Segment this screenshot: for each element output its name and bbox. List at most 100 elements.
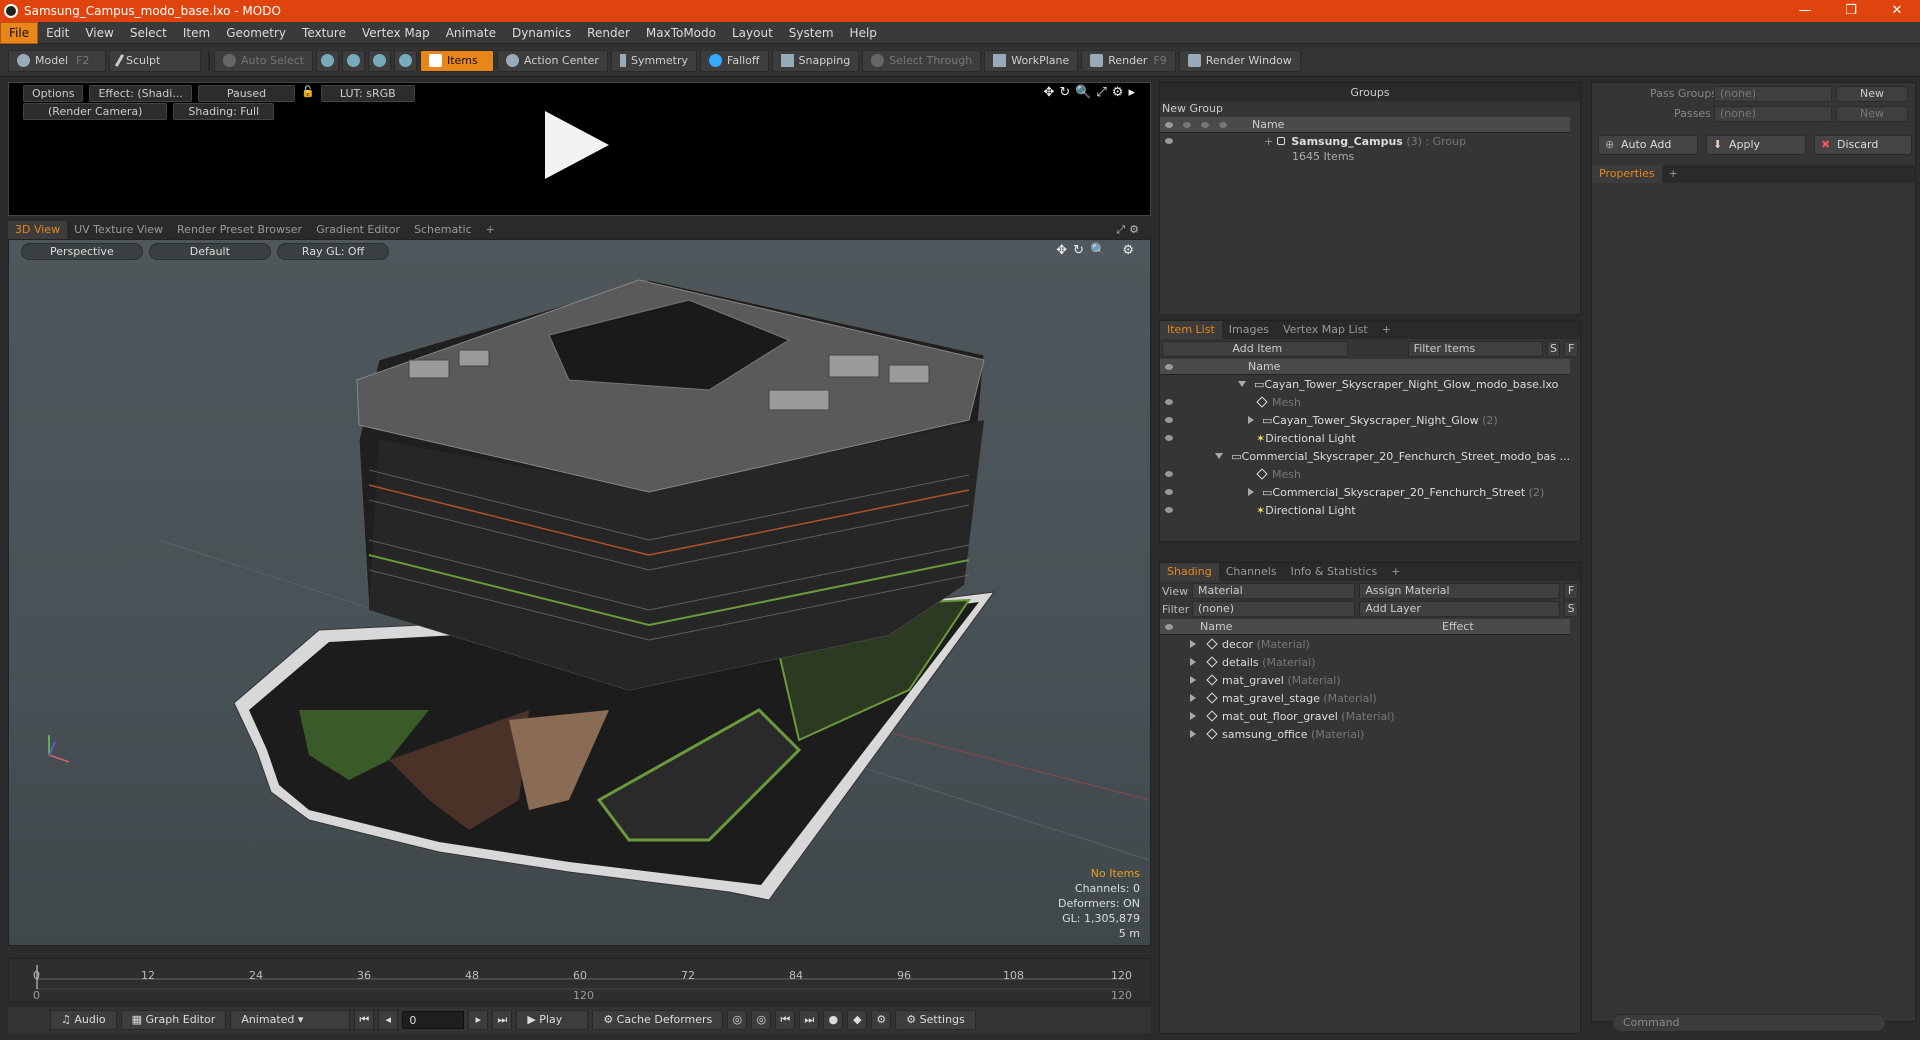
snapping-button[interactable]: Snapping xyxy=(771,49,860,72)
tab-render-preset-browser[interactable]: Render Preset Browser xyxy=(170,221,309,239)
menu-edit[interactable]: Edit xyxy=(38,23,77,43)
settings-button[interactable]: ⚙ Settings xyxy=(895,1010,976,1030)
apply-button[interactable]: ⬇ Apply xyxy=(1706,135,1806,155)
list-item[interactable]: Mesh xyxy=(1160,465,1570,483)
visibility-icon[interactable] xyxy=(1165,399,1173,405)
menu-system[interactable]: System xyxy=(781,23,842,43)
visibility-icon[interactable] xyxy=(1165,489,1173,495)
cache-deformers-button[interactable]: ⚙ Cache Deformers xyxy=(592,1010,724,1030)
select-through-button[interactable]: Select Through xyxy=(862,49,982,72)
tab-3d-view[interactable]: 3D View xyxy=(8,221,68,239)
next-key-icon[interactable]: ⏭ xyxy=(799,1010,820,1030)
key-tool-icon[interactable]: ◎ xyxy=(727,1010,748,1030)
view-dropdown[interactable]: Material xyxy=(1192,583,1356,599)
menu-help[interactable]: Help xyxy=(842,23,885,43)
graph-editor-button[interactable]: ▦ Graph Editor xyxy=(120,1010,227,1030)
material-row[interactable]: mat_out_floor_gravel (Material) xyxy=(1160,707,1570,725)
list-item[interactable]: ▭ Cayan_Tower_Skyscraper_Night_Glow (2) xyxy=(1160,411,1570,429)
tab-gradient-editor[interactable]: Gradient Editor xyxy=(309,221,407,239)
materials-mode-button[interactable] xyxy=(393,49,417,72)
list-item[interactable]: ▭ Commercial_Skyscraper_20_Fenchurch_Str… xyxy=(1160,447,1570,465)
render-preview[interactable]: Options Effect: (Shadi... Paused 🔓 LUT: … xyxy=(8,82,1151,216)
record-icon[interactable]: ● xyxy=(823,1010,844,1030)
workplane-button[interactable]: WorkPlane xyxy=(984,49,1079,72)
go-to-end-icon[interactable]: ⏭ xyxy=(492,1010,513,1030)
visibility-icon[interactable] xyxy=(1165,507,1173,513)
list-item[interactable]: ✶ Directional Light xyxy=(1160,429,1570,447)
key-icon[interactable]: ◆ xyxy=(847,1010,868,1030)
3d-viewport[interactable]: Perspective Default Ray GL: Off ✥↻🔍 ⚙ No… xyxy=(8,239,1151,946)
visibility-icon[interactable] xyxy=(1165,417,1173,423)
menu-texture[interactable]: Texture xyxy=(294,23,354,43)
step-forward-icon[interactable]: ▸ xyxy=(468,1010,489,1030)
menu-maxtomodo[interactable]: MaxToModo xyxy=(638,23,724,43)
add-tab-button[interactable]: + xyxy=(1662,165,1685,183)
list-item[interactable]: ▭ Cayan_Tower_Skyscraper_Night_Glow_modo… xyxy=(1160,375,1570,393)
visibility-icon[interactable] xyxy=(1165,471,1173,477)
tab-uv-texture-view[interactable]: UV Texture View xyxy=(67,221,170,239)
animated-dropdown[interactable]: Animated ▾ xyxy=(230,1010,351,1030)
material-row[interactable]: mat_gravel_stage (Material) xyxy=(1160,689,1570,707)
sculpt-button[interactable]: Sculpt xyxy=(109,49,201,72)
preview-paused-button[interactable]: Paused xyxy=(197,85,296,102)
preview-view-tools[interactable]: ✥↻🔍⤢⚙▸ xyxy=(1043,85,1140,100)
add-tab-button[interactable]: + xyxy=(1384,563,1407,581)
preview-effect-dropdown[interactable]: Effect: (Shadi... xyxy=(89,85,192,102)
items-mode-button[interactable]: Items xyxy=(419,49,494,72)
audio-button[interactable]: ♫ Audio xyxy=(50,1010,117,1030)
model-button[interactable]: Model F2 xyxy=(8,49,106,72)
tab-item-list[interactable]: Item List xyxy=(1160,321,1222,339)
material-row[interactable]: decor (Material) xyxy=(1160,635,1570,653)
preview-camera-dropdown[interactable]: (Render Camera) xyxy=(23,103,168,120)
menu-layout[interactable]: Layout xyxy=(724,23,781,43)
assign-material-field[interactable]: Assign Material xyxy=(1359,583,1561,599)
menu-render[interactable]: Render xyxy=(579,23,638,43)
s-button[interactable]: S xyxy=(1564,601,1578,617)
menu-select[interactable]: Select xyxy=(122,23,175,43)
add-item-dropdown[interactable]: Add Item xyxy=(1162,341,1348,357)
material-row[interactable]: mat_gravel (Material) xyxy=(1160,671,1570,689)
menu-geometry[interactable]: Geometry xyxy=(218,23,294,43)
visibility-icon[interactable] xyxy=(1165,138,1173,144)
menu-vertex-map[interactable]: Vertex Map xyxy=(354,23,438,43)
tab-schematic[interactable]: Schematic xyxy=(407,221,479,239)
passes-dropdown[interactable]: (none) xyxy=(1714,106,1832,122)
go-to-start-icon[interactable]: ⏮ xyxy=(354,1010,375,1030)
pass-groups-dropdown[interactable]: (none) xyxy=(1714,86,1832,102)
new-pass-button[interactable]: New xyxy=(1836,106,1908,122)
falloff-button[interactable]: Falloff xyxy=(700,49,769,72)
vertices-mode-button[interactable] xyxy=(315,49,339,72)
menu-file[interactable]: File xyxy=(0,21,39,44)
menu-item[interactable]: Item xyxy=(175,23,218,43)
list-item[interactable]: ✶ Directional Light xyxy=(1160,501,1570,519)
play-button[interactable]: ▶ Play xyxy=(516,1010,589,1030)
tab-properties[interactable]: Properties xyxy=(1592,165,1662,183)
add-tab-button[interactable]: + xyxy=(479,221,502,239)
tab-vertex-map-list[interactable]: Vertex Map List xyxy=(1276,321,1375,339)
list-item[interactable]: Mesh xyxy=(1160,393,1570,411)
action-center-button[interactable]: Action Center xyxy=(496,49,608,72)
add-layer-dropdown[interactable]: Add Layer xyxy=(1359,601,1561,617)
range-end[interactable]: 120 xyxy=(1111,989,1132,1002)
menu-dynamics[interactable]: Dynamics xyxy=(504,23,579,43)
filter-dropdown[interactable]: (none) xyxy=(1192,601,1356,617)
close-button[interactable]: ✕ xyxy=(1874,0,1920,22)
group-row[interactable]: + Samsung_Campus (3) : Group xyxy=(1160,133,1570,149)
preview-shading-dropdown[interactable]: Shading: Full xyxy=(173,103,275,120)
auto-add-button[interactable]: ⊕ Auto Add xyxy=(1598,135,1698,155)
polygons-mode-button[interactable] xyxy=(367,49,391,72)
symmetry-button[interactable]: Symmetry xyxy=(610,49,698,72)
f-button[interactable]: F xyxy=(1564,341,1579,357)
expand-icon[interactable]: ⤢⚙ xyxy=(1116,223,1143,237)
s-button[interactable]: S xyxy=(1546,341,1561,357)
list-item[interactable]: ▭ Commercial_Skyscraper_20_Fenchurch_Str… xyxy=(1160,483,1570,501)
minimize-button[interactable]: — xyxy=(1782,0,1828,22)
preview-lut-dropdown[interactable]: LUT: sRGB xyxy=(320,85,415,102)
step-back-icon[interactable]: ◂ xyxy=(378,1010,399,1030)
filter-items-field[interactable]: Filter Items xyxy=(1407,341,1543,357)
tab-channels[interactable]: Channels xyxy=(1219,563,1284,581)
render-window-button[interactable]: Render Window xyxy=(1178,49,1301,72)
edges-mode-button[interactable] xyxy=(341,49,365,72)
material-row[interactable]: samsung_office (Material) xyxy=(1160,725,1570,743)
play-icon[interactable] xyxy=(545,111,609,179)
